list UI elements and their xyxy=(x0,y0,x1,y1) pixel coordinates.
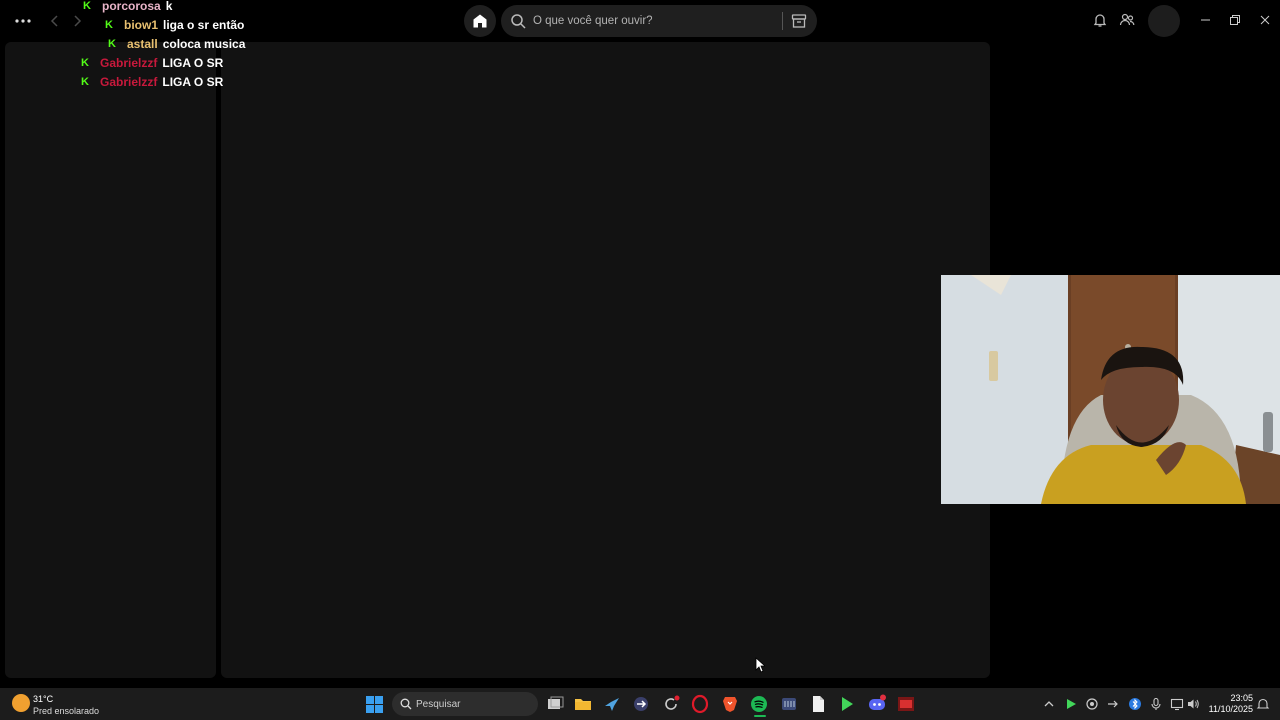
weather-temperature: 31°C xyxy=(33,694,54,704)
steam-icon[interactable] xyxy=(602,694,622,714)
bluetooth-icon[interactable] xyxy=(1128,697,1142,711)
mouse-cursor-icon xyxy=(755,657,765,673)
browse-icon[interactable] xyxy=(790,12,808,30)
webcam-feed xyxy=(941,275,1280,504)
spotify-icon[interactable] xyxy=(749,694,769,714)
bell-icon[interactable] xyxy=(1092,12,1108,28)
chat-username: biow1 xyxy=(124,17,159,32)
chat-message: K porcorosa k xyxy=(83,0,172,15)
stream-chat-overlay: K porcorosa k K biow1 liga o sr então K … xyxy=(0,0,260,92)
home-button[interactable] xyxy=(464,5,496,37)
kick-badge-icon: K xyxy=(83,0,91,12)
chat-text: k xyxy=(165,0,173,13)
chat-username: Gabrielzzf xyxy=(100,55,158,70)
app-refresh-icon[interactable] xyxy=(661,694,681,714)
chat-text: liga o sr então xyxy=(163,17,245,32)
main-content-panel xyxy=(221,42,990,678)
taskbar-clock[interactable]: 23:05 11/10/2025 xyxy=(1205,693,1253,715)
chat-message: K Gabrielzzf LIGA O SR xyxy=(81,53,223,72)
kick-badge-icon: K xyxy=(108,37,116,50)
brave-icon[interactable] xyxy=(720,694,740,714)
search-input[interactable] xyxy=(533,5,773,37)
clock-time: 23:05 xyxy=(1230,693,1253,703)
windows-taskbar: 31°C Pred ensolarado 23:05 1 xyxy=(0,688,1280,720)
home-icon xyxy=(473,14,487,28)
sun-icon xyxy=(12,694,30,712)
opera-icon[interactable] xyxy=(690,694,710,714)
windows-start-icon[interactable] xyxy=(366,696,383,713)
taskbar-search-input[interactable] xyxy=(416,692,526,716)
network-icon[interactable] xyxy=(1170,697,1184,711)
search-divider xyxy=(782,12,783,30)
chat-message: K astall coloca musica xyxy=(108,34,245,53)
clock-date: 11/10/2025 xyxy=(1208,704,1253,714)
kick-badge-icon: K xyxy=(105,18,113,31)
kick-badge-icon: K xyxy=(81,75,89,88)
weather-widget[interactable]: 31°C Pred ensolarado xyxy=(12,692,122,716)
library-panel xyxy=(5,42,216,678)
search-icon xyxy=(400,698,412,710)
chat-message: K Gabrielzzf LIGA O SR xyxy=(81,72,223,91)
microphone-icon[interactable] xyxy=(1149,697,1163,711)
screen: K porcorosa k K biow1 liga o sr então K … xyxy=(0,0,1280,720)
chat-text: coloca musica xyxy=(162,36,246,51)
search-icon xyxy=(511,14,526,29)
tray-play-icon[interactable] xyxy=(1064,697,1078,711)
spotify-active-indicator xyxy=(754,715,766,717)
volume-icon[interactable] xyxy=(1186,697,1200,711)
tray-arrow-icon[interactable] xyxy=(1106,697,1120,711)
close-button[interactable] xyxy=(1255,10,1275,30)
chat-text: LIGA O SR xyxy=(162,74,224,89)
notepad-icon[interactable] xyxy=(808,694,828,714)
kick-badge-icon: K xyxy=(81,56,89,69)
friends-activity-icon[interactable] xyxy=(1119,12,1135,28)
chat-username: Gabrielzzf xyxy=(100,74,158,89)
minimize-button[interactable] xyxy=(1196,10,1216,30)
task-view-icon[interactable] xyxy=(545,694,565,714)
taskbar-search xyxy=(392,692,538,716)
file-explorer-icon[interactable] xyxy=(573,694,593,714)
game-app-icon[interactable] xyxy=(896,694,916,714)
discord-icon[interactable] xyxy=(867,694,887,714)
app-grid-icon[interactable] xyxy=(779,694,799,714)
chat-text: LIGA O SR xyxy=(162,55,224,70)
restore-button[interactable] xyxy=(1225,10,1245,30)
chat-username: astall xyxy=(127,36,158,51)
chat-username: porcorosa xyxy=(102,0,161,13)
notification-icon[interactable] xyxy=(1256,697,1270,711)
tray-app-icon[interactable] xyxy=(1085,697,1099,711)
chat-message: K biow1 liga o sr então xyxy=(105,15,244,34)
play-app-icon[interactable] xyxy=(837,694,857,714)
weather-description: Pred ensolarado xyxy=(33,706,100,716)
app-arrow-icon[interactable] xyxy=(631,694,651,714)
search-box xyxy=(501,5,817,37)
user-avatar[interactable] xyxy=(1148,5,1180,37)
chevron-up-icon[interactable] xyxy=(1042,697,1056,711)
